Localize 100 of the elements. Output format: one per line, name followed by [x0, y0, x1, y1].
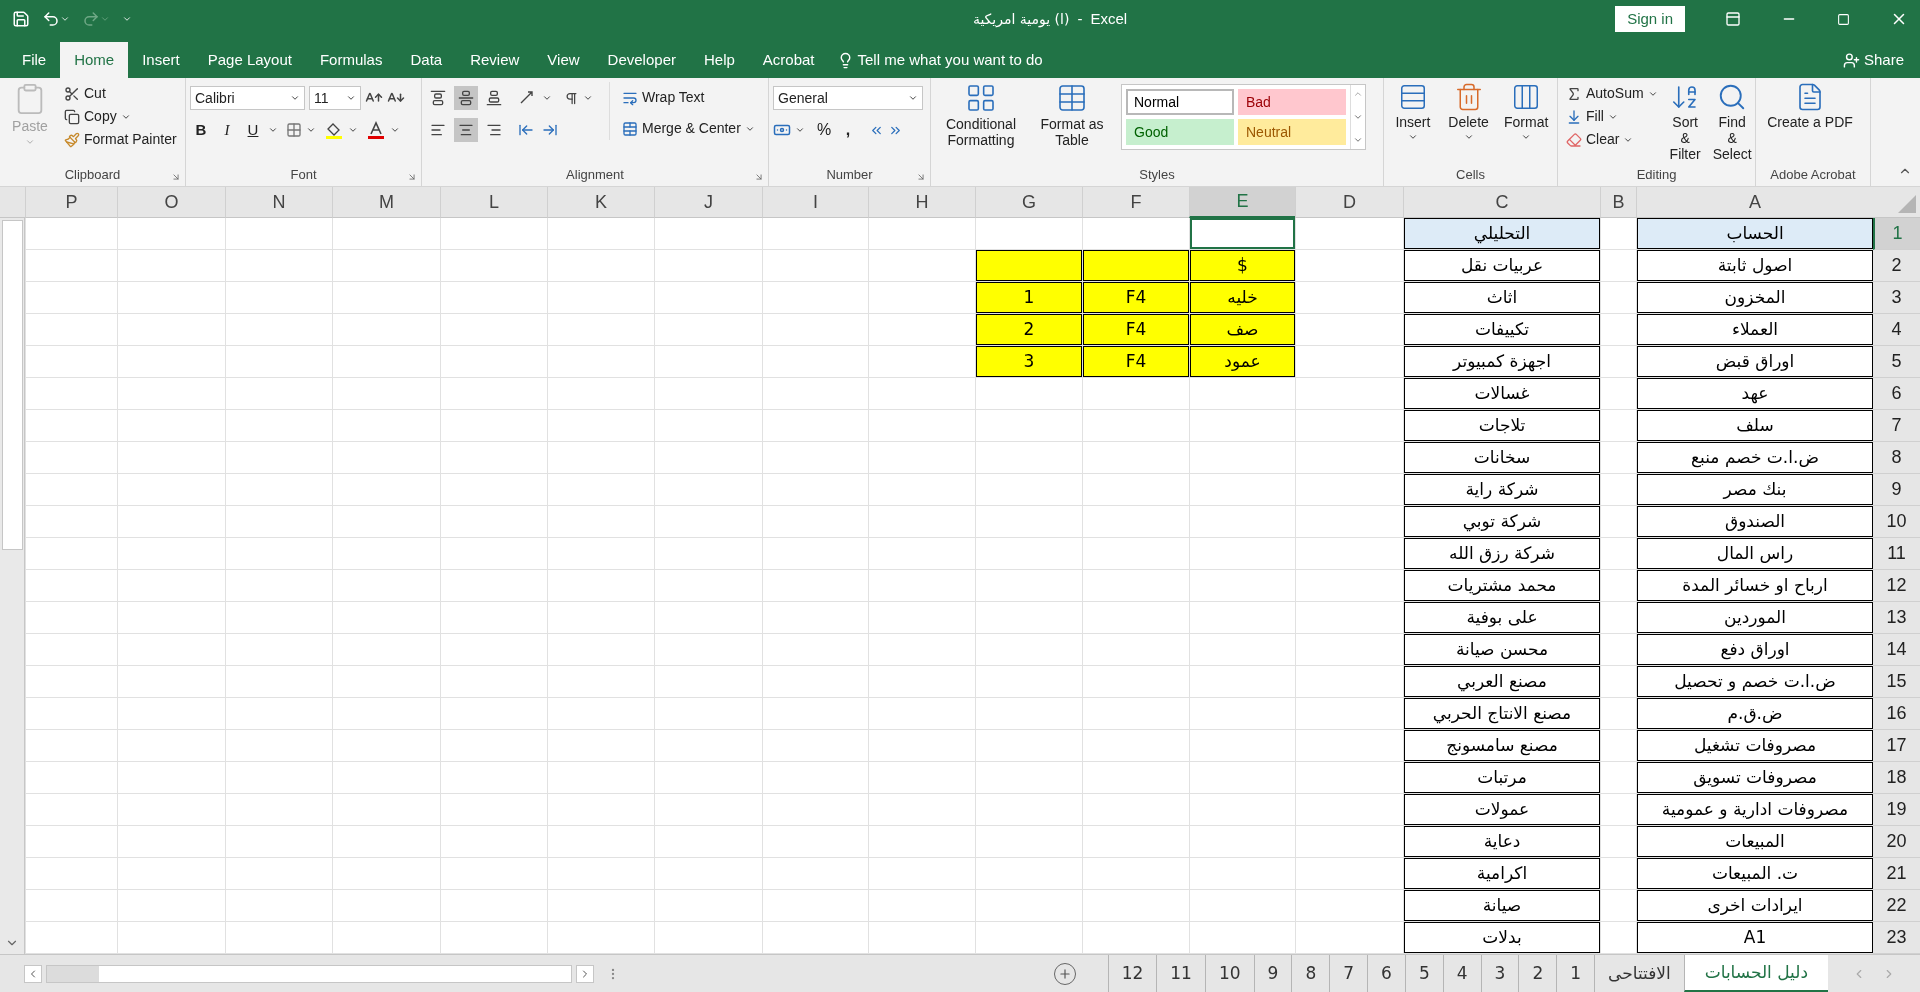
row-header[interactable]: 5 [1873, 346, 1920, 378]
clear-button[interactable]: Clear [1562, 128, 1662, 151]
column-header[interactable]: G [975, 187, 1082, 218]
column-header[interactable]: P [25, 187, 117, 218]
row-header[interactable]: 3 [1873, 282, 1920, 314]
column-header[interactable]: L [440, 187, 547, 218]
ribbon-tab[interactable]: Home [60, 42, 129, 78]
delete-button[interactable]: Delete [1441, 82, 1496, 142]
save-icon[interactable] [12, 10, 30, 28]
ribbon-tab[interactable]: File [8, 42, 61, 78]
borders-icon[interactable] [286, 122, 302, 138]
row-header[interactable]: 6 [1873, 378, 1920, 410]
row-header[interactable]: 2 [1873, 250, 1920, 282]
increase-indent-icon[interactable] [542, 122, 558, 138]
sheet-tab[interactable]: 2 [1518, 955, 1557, 992]
dialog-launcher-icon[interactable] [171, 172, 181, 182]
comma-button[interactable]: , [839, 118, 857, 142]
column-header[interactable]: N [225, 187, 332, 218]
row-header[interactable]: 16 [1873, 698, 1920, 730]
font-color-icon[interactable] [366, 120, 386, 140]
sheet-tab[interactable]: 3 [1480, 955, 1519, 992]
conditional-formatting-button[interactable]: Conditional Formatting [935, 82, 1027, 148]
scrollbar-thumb[interactable] [99, 965, 571, 982]
ribbon-tab[interactable]: Help [689, 42, 749, 78]
row-header[interactable]: 21 [1873, 858, 1920, 890]
cell-style-option[interactable]: Normal [1126, 89, 1234, 115]
ribbon-tab[interactable]: Developer [593, 42, 690, 78]
row-header[interactable]: 20 [1873, 826, 1920, 858]
ribbon-tab[interactable]: Acrobat [748, 42, 829, 78]
column-header[interactable]: J [654, 187, 762, 218]
row-header[interactable]: 8 [1873, 442, 1920, 474]
align-center-button[interactable] [454, 118, 478, 142]
restore-icon[interactable] [1837, 12, 1850, 26]
row-header[interactable]: 7 [1873, 410, 1920, 442]
sheet-tab[interactable]: 11 [1156, 955, 1205, 992]
sheet-tab[interactable]: 7 [1329, 955, 1368, 992]
horizontal-scrollbar[interactable] [46, 964, 572, 983]
autosum-button[interactable]: AutoSum [1562, 82, 1662, 105]
ribbon-tab[interactable]: Formulas [305, 42, 397, 78]
ribbon-tab[interactable]: View [533, 42, 594, 78]
sheet-tab[interactable]: 1 [1556, 955, 1595, 992]
tell-me-search[interactable]: Tell me what you want to do [828, 42, 1051, 78]
column-header[interactable]: B [1600, 187, 1636, 218]
scroll-down-icon[interactable] [1353, 112, 1363, 122]
row-header[interactable]: 9 [1873, 474, 1920, 506]
sheet-tab[interactable]: 8 [1291, 955, 1330, 992]
sign-in-button[interactable]: Sign in [1615, 6, 1685, 32]
scroll-right-button[interactable] [576, 964, 594, 983]
redo-icon[interactable] [82, 10, 100, 28]
dialog-launcher-icon[interactable] [754, 172, 764, 182]
sort-filter-button[interactable]: Sort & Filter [1665, 82, 1705, 162]
sheet-tab[interactable]: 5 [1404, 955, 1443, 992]
ribbon-tab[interactable]: Data [396, 42, 457, 78]
find-select-button[interactable]: Find & Select [1708, 82, 1756, 162]
font-size-dropdown[interactable]: 11 [309, 86, 361, 110]
merge-center-button[interactable]: Merge & Center [618, 117, 759, 140]
row-header[interactable]: 10 [1873, 506, 1920, 538]
sheet-tab[interactable]: 10 [1204, 955, 1254, 992]
column-header[interactable]: M [332, 187, 440, 218]
ribbon-tab[interactable]: Review [456, 42, 534, 78]
ribbon-display-icon[interactable] [1725, 11, 1741, 27]
cell-style-option[interactable]: Good [1126, 119, 1234, 145]
decrease-indent-icon[interactable] [518, 122, 534, 138]
sheet-tab[interactable]: 6 [1367, 955, 1405, 992]
format-button[interactable]: Format [1499, 82, 1553, 142]
column-header[interactable]: C [1403, 187, 1600, 218]
italic-button[interactable]: I [216, 118, 238, 142]
column-header[interactable]: F [1082, 187, 1189, 218]
column-header[interactable]: E [1189, 187, 1295, 218]
format-as-table-button[interactable]: Format as Table [1031, 82, 1113, 148]
scrollbar-thumb[interactable] [1, 220, 23, 550]
row-header[interactable]: 1 [1873, 218, 1920, 250]
wrap-text-button[interactable]: Wrap Text [618, 86, 759, 109]
copy-button[interactable]: Copy [60, 105, 181, 128]
ribbon-tab[interactable]: Insert [128, 42, 194, 78]
bold-button[interactable]: B [190, 118, 212, 142]
text-direction-icon[interactable] [564, 90, 579, 106]
row-header[interactable]: 23 [1873, 922, 1920, 954]
row-header[interactable]: 18 [1873, 762, 1920, 794]
format-painter-button[interactable]: Format Painter [60, 128, 181, 151]
column-header[interactable]: D [1295, 187, 1403, 218]
column-header[interactable]: O [117, 187, 225, 218]
row-header[interactable]: 19 [1873, 794, 1920, 826]
undo-icon[interactable] [42, 10, 60, 28]
column-header[interactable]: A [1636, 187, 1873, 218]
row-header[interactable]: 14 [1873, 634, 1920, 666]
sheet-tab[interactable]: 12 [1107, 955, 1157, 992]
fill-button[interactable]: Fill [1562, 105, 1662, 128]
ribbon-tab[interactable]: Page Layout [193, 42, 306, 78]
sheet-tab[interactable]: 9 [1253, 955, 1292, 992]
cell-style-option[interactable]: Neutral [1238, 119, 1346, 145]
dialog-launcher-icon[interactable] [916, 172, 926, 182]
sheet-tab[interactable]: دليل الحسابات [1683, 955, 1828, 992]
number-format-dropdown[interactable]: General [773, 86, 923, 110]
scroll-left-button[interactable] [24, 964, 42, 983]
row-header[interactable]: 12 [1873, 570, 1920, 602]
share-button[interactable]: Share [1826, 42, 1920, 78]
row-header[interactable]: 4 [1873, 314, 1920, 346]
column-header[interactable]: H [868, 187, 975, 218]
vertical-scrollbar[interactable] [0, 218, 25, 954]
